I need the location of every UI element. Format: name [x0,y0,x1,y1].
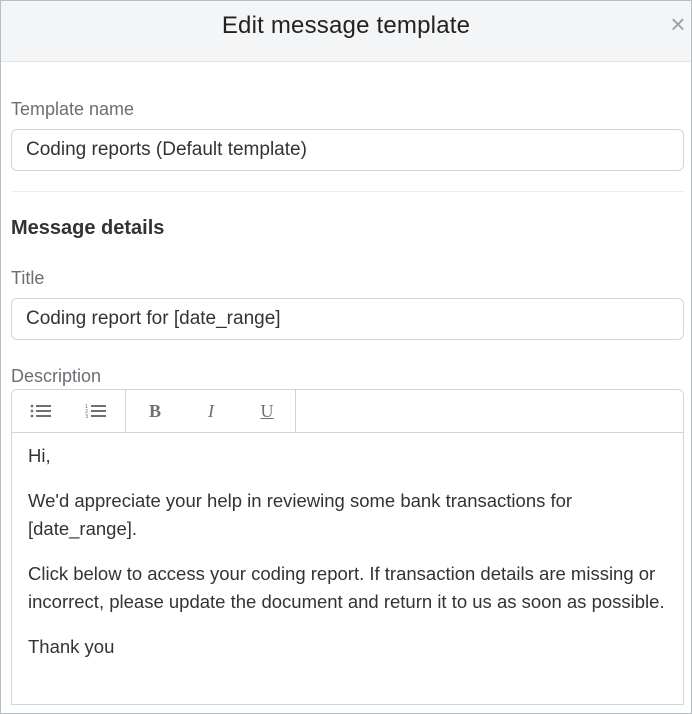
description-paragraph: We'd appreciate your help in reviewing s… [28,490,573,539]
description-paragraph: Click below to access your coding report… [28,563,665,612]
template-name-input[interactable] [11,129,684,171]
close-icon[interactable]: × [667,11,689,37]
italic-button[interactable]: I [198,399,224,423]
format-button-group: B I U [126,390,296,432]
description-editor[interactable]: 1 2 3 B I U Hi, We'd appreciate your hel… [11,389,684,705]
section-divider [11,191,684,192]
edit-template-dialog: Edit message template × Template name Me… [0,0,692,714]
title-input[interactable] [11,298,684,340]
bold-button[interactable]: B [142,399,168,423]
template-name-label: Template name [11,99,135,119]
dialog-title: Edit message template [221,12,471,39]
description-paragraph: Hi, [28,445,51,466]
dialog-header: Edit message template × [1,1,691,62]
title-label: Title [11,268,45,288]
list-button-group: 1 2 3 [12,390,126,432]
description-paragraph: Thank you [28,636,115,657]
numbered-list-icon[interactable]: 1 2 3 [83,399,109,423]
message-details-heading: Message details [11,217,165,239]
editor-toolbar: 1 2 3 B I U [12,390,683,433]
svg-text:3: 3 [85,414,88,419]
bullet-list-icon[interactable] [28,399,54,423]
description-text-area[interactable]: Hi, We'd appreciate your help in reviewi… [28,442,668,678]
underline-button[interactable]: U [254,399,280,423]
description-label: Description [11,366,102,386]
